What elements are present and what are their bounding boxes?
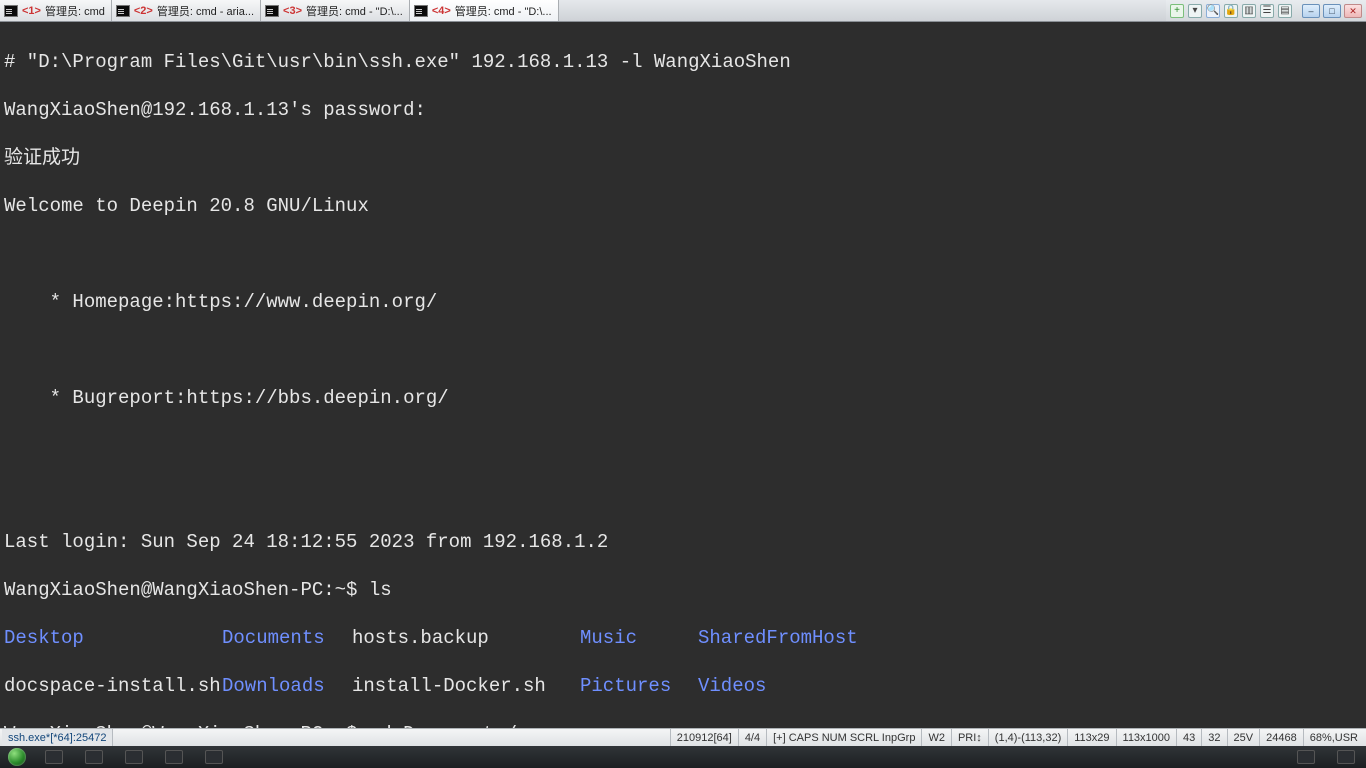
term-blank — [4, 242, 1362, 266]
taskbar-item[interactable] — [114, 746, 154, 768]
term-line: # "D:\Program Files\Git\usr\bin\ssh.exe"… — [4, 50, 1362, 74]
status-n1: 43 — [1177, 729, 1202, 746]
taskbar-item[interactable] — [34, 746, 74, 768]
tab-3[interactable]: <3> 管理员: cmd - "D:\... — [261, 0, 410, 21]
window-close-button[interactable]: ✕ — [1344, 4, 1362, 18]
status-tabcount: 4/4 — [739, 729, 767, 746]
tab-index: <1> — [22, 5, 41, 17]
term-blank — [4, 338, 1362, 362]
status-spacer — [113, 729, 670, 746]
taskbar-item[interactable] — [194, 746, 234, 768]
term-line: Welcome to Deepin 20.8 GNU/Linux — [4, 194, 1362, 218]
tab-4[interactable]: <4> 管理员: cmd - "D:\... — [410, 0, 559, 21]
terminal-viewport[interactable]: # "D:\Program Files\Git\usr\bin\ssh.exe"… — [0, 22, 1366, 728]
tab-label: 管理员: cmd — [45, 3, 105, 19]
status-buf: 113x1000 — [1117, 729, 1178, 746]
app-icon — [85, 750, 103, 764]
tray-icon — [1337, 750, 1355, 764]
lock-icon[interactable]: 🔒 — [1224, 4, 1238, 18]
start-orb-icon — [8, 748, 26, 766]
windows-taskbar — [0, 746, 1366, 768]
status-process: ssh.exe*[*64]:25472 — [2, 729, 113, 746]
app-icon — [125, 750, 143, 764]
status-mem: 24468 — [1260, 729, 1304, 746]
tab-2[interactable]: <2> 管理员: cmd - aria... — [112, 0, 261, 21]
taskbar-spacer — [234, 746, 1286, 768]
app-icon — [45, 750, 63, 764]
term-line: Last login: Sun Sep 24 18:12:55 2023 fro… — [4, 530, 1362, 554]
app-icon — [165, 750, 183, 764]
ls-output-row: DesktopDocumentshosts.backupMusicSharedF… — [4, 626, 1362, 650]
term-blank — [4, 434, 1362, 458]
search-icon[interactable]: 🔍 — [1206, 4, 1220, 18]
plus-icon[interactable]: + — [1170, 4, 1184, 18]
taskbar-item[interactable] — [74, 746, 114, 768]
status-con: 113x29 — [1068, 729, 1116, 746]
app-icon — [205, 750, 223, 764]
window-maximize-button[interactable]: □ — [1323, 4, 1341, 18]
status-build: 210912[64] — [671, 729, 739, 746]
term-blank — [4, 482, 1362, 506]
cmd-icon — [265, 5, 279, 17]
tabbar-spacer — [559, 0, 1166, 21]
tab-label: 管理员: cmd - aria... — [157, 3, 254, 19]
cmd-icon — [116, 5, 130, 17]
status-bar: ssh.exe*[*64]:25472 210912[64] 4/4 [+] C… — [0, 728, 1366, 746]
panel3-icon[interactable]: ▤ — [1278, 4, 1292, 18]
tab-index: <2> — [134, 5, 153, 17]
status-25v: 25V — [1228, 729, 1261, 746]
tab-1[interactable]: <1> 管理员: cmd — [0, 0, 112, 21]
window-minimize-button[interactable]: – — [1302, 4, 1320, 18]
tab-label: 管理员: cmd - "D:\... — [455, 3, 552, 19]
status-keys: [+] CAPS NUM SCRL InpGrp — [767, 729, 922, 746]
status-n2: 32 — [1202, 729, 1227, 746]
tab-index: <3> — [283, 5, 302, 17]
cmd-icon — [4, 5, 18, 17]
dropdown-icon[interactable]: ▾ — [1188, 4, 1202, 18]
term-line: * Homepage:https://www.deepin.org/ — [4, 290, 1362, 314]
start-button[interactable] — [0, 746, 34, 768]
status-usr: 68%,USR — [1304, 729, 1364, 746]
panel1-icon[interactable]: ▥ — [1242, 4, 1256, 18]
ls-output-row: docspace-install.shDownloadsinstall-Dock… — [4, 674, 1362, 698]
taskbar-item[interactable] — [154, 746, 194, 768]
tab-label: 管理员: cmd - "D:\... — [306, 3, 403, 19]
status-pri: PRI↕ — [952, 729, 989, 746]
tab-index: <4> — [432, 5, 451, 17]
tray-item[interactable] — [1326, 746, 1366, 768]
term-line: WangXiaoShen@192.168.1.13's password: — [4, 98, 1362, 122]
tray-icon — [1297, 750, 1315, 764]
status-region: (1,4)-(113,32) — [989, 729, 1068, 746]
term-prompt-line: WangXiaoShen@WangXiaoShen-PC:~$ ls — [4, 578, 1362, 602]
toolbar-right: + ▾ 🔍 🔒 ▥ ☰ ▤ – □ ✕ — [1166, 0, 1366, 21]
status-w2: W2 — [922, 729, 952, 746]
tab-bar: <1> 管理员: cmd<2> 管理员: cmd - aria...<3> 管理… — [0, 0, 1366, 22]
panel2-icon[interactable]: ☰ — [1260, 4, 1274, 18]
term-line: 验证成功 — [4, 146, 1362, 170]
tray-item[interactable] — [1286, 746, 1326, 768]
cmd-icon — [414, 5, 428, 17]
term-line: * Bugreport:https://bbs.deepin.org/ — [4, 386, 1362, 410]
